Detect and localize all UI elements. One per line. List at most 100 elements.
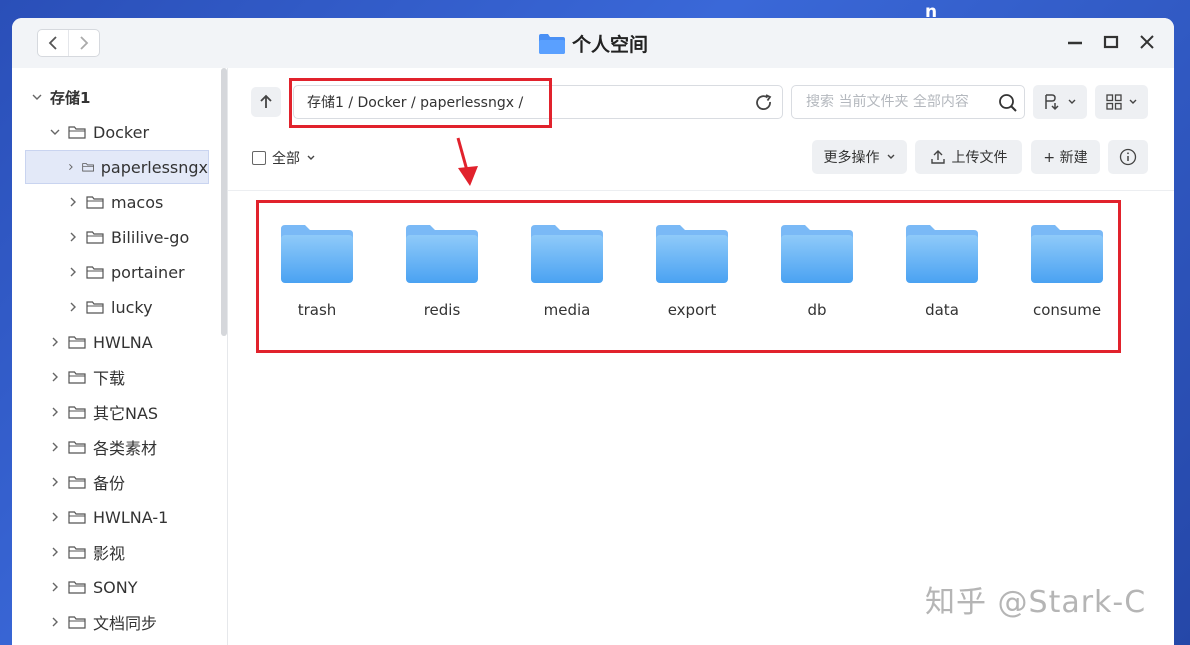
chevron-right-icon[interactable] xyxy=(66,230,80,244)
folder-icon xyxy=(68,581,86,594)
sidebar-item-label: 文档同步 xyxy=(93,614,158,633)
sidebar-item-label: Bililive-go xyxy=(111,227,190,247)
folder-icon xyxy=(86,301,104,314)
annotation-box-folders xyxy=(256,200,1121,353)
sidebar-item-label: 存储1 xyxy=(50,88,91,107)
sidebar-item[interactable]: HWLNA xyxy=(48,325,153,359)
window-controls xyxy=(1066,33,1156,51)
info-icon xyxy=(1119,148,1137,166)
select-all-control[interactable]: 全部 xyxy=(252,148,316,168)
sidebar-item-label: 各类素材 xyxy=(93,439,158,458)
new-label: + 新建 xyxy=(1043,150,1088,166)
search-box xyxy=(791,85,1025,119)
chevron-right-icon[interactable] xyxy=(66,160,76,174)
folder-icon xyxy=(68,476,86,489)
folder-tree: 存储1 Docker paperlessngx macos Bililive-go por… xyxy=(12,68,222,645)
minimize-button[interactable] xyxy=(1066,33,1084,51)
view-mode-button[interactable] xyxy=(1095,85,1148,119)
sidebar-item[interactable]: lucky xyxy=(66,290,153,324)
folder-icon xyxy=(86,266,104,279)
refresh-button[interactable] xyxy=(754,93,774,117)
sidebar-item-label: Docker xyxy=(93,122,150,142)
chevron-right-icon[interactable] xyxy=(48,615,62,629)
folder-icon xyxy=(68,336,86,349)
upload-file-button[interactable]: 上传文件 xyxy=(915,140,1022,174)
sidebar-item-label: paperlessngx xyxy=(100,157,208,177)
more-actions-button[interactable]: 更多操作 xyxy=(812,140,907,174)
search-button[interactable] xyxy=(998,93,1018,117)
chevron-right-icon[interactable] xyxy=(48,545,62,559)
maximize-icon xyxy=(1103,35,1119,49)
sort-button[interactable] xyxy=(1033,85,1087,119)
sidebar-item[interactable]: macos xyxy=(66,185,163,219)
sidebar-item[interactable]: 其它NAS xyxy=(48,395,158,429)
search-input[interactable] xyxy=(806,94,991,110)
chevron-right-icon[interactable] xyxy=(48,335,62,349)
sidebar-item[interactable]: Docker xyxy=(48,115,149,149)
chevron-right-icon[interactable] xyxy=(66,300,80,314)
folder-icon xyxy=(68,616,86,629)
chevron-down-icon xyxy=(1129,99,1136,104)
chevron-down-icon xyxy=(887,154,894,159)
close-icon xyxy=(1140,35,1154,49)
grid-icon xyxy=(1105,94,1122,110)
folder-icon xyxy=(68,546,86,559)
chevron-right-icon[interactable] xyxy=(66,195,80,209)
sidebar-divider[interactable] xyxy=(227,68,228,645)
chevron-right-icon[interactable] xyxy=(48,405,62,419)
info-button[interactable] xyxy=(1108,140,1148,174)
chevron-right-icon[interactable] xyxy=(48,475,62,489)
window-title: 个人空间 xyxy=(12,30,1174,57)
folder-icon xyxy=(68,406,86,419)
chevron-down-icon xyxy=(1068,99,1076,104)
file-manager-window: 个人空间 存储1 Docker paperlessngx macos Bililive-… xyxy=(12,18,1174,645)
sidebar-item[interactable]: SONY xyxy=(48,570,138,604)
new-button[interactable]: + 新建 xyxy=(1031,140,1100,174)
chevron-right-icon[interactable] xyxy=(48,370,62,384)
sidebar-item-label: 其它NAS xyxy=(93,404,159,423)
folder-icon xyxy=(86,196,104,209)
upload-icon xyxy=(930,150,945,164)
sidebar-item-label: portainer xyxy=(111,262,185,282)
chevron-right-icon[interactable] xyxy=(66,265,80,279)
window-title-text: 个人空间 xyxy=(571,34,648,56)
sidebar-item[interactable]: 各类素材 xyxy=(48,430,157,464)
sidebar-item-label: lucky xyxy=(111,297,153,317)
sidebar-item-label: macos xyxy=(111,192,164,212)
sidebar-item[interactable]: portainer xyxy=(66,255,185,289)
sidebar-item[interactable]: 存储1 xyxy=(25,80,209,114)
close-button[interactable] xyxy=(1138,33,1156,51)
select-all-checkbox[interactable] xyxy=(252,151,266,165)
sidebar-item[interactable]: 影视 xyxy=(48,535,125,569)
chevron-right-icon[interactable] xyxy=(48,510,62,524)
annotation-box-path xyxy=(289,78,552,128)
sidebar-item[interactable]: paperlessngx xyxy=(25,150,209,184)
annotation-arrow-icon xyxy=(456,137,478,186)
chevron-right-icon[interactable] xyxy=(48,580,62,594)
sidebar-item[interactable]: 下载 xyxy=(48,360,125,394)
refresh-icon xyxy=(756,94,772,111)
folder-icon xyxy=(81,163,94,172)
sidebar-item[interactable]: 备份 xyxy=(48,465,125,499)
upload-label: 上传文件 xyxy=(951,150,1008,166)
chevron-down-icon[interactable] xyxy=(30,90,44,104)
sidebar-item[interactable]: 文档同步 xyxy=(48,605,157,639)
sort-icon xyxy=(1045,94,1059,111)
select-all-label: 全部 xyxy=(272,151,300,167)
folder-icon xyxy=(68,371,86,384)
folder-icon xyxy=(68,441,86,454)
parent-folder-button[interactable] xyxy=(251,87,281,117)
arrow-up-icon xyxy=(260,94,272,108)
sidebar-item-label: 影视 xyxy=(93,544,126,563)
sidebar-item[interactable]: HWLNA-1 xyxy=(48,500,168,534)
chevron-down-icon[interactable] xyxy=(48,125,62,139)
sidebar-item-label: SONY xyxy=(93,577,138,597)
content-divider xyxy=(228,190,1174,191)
folder-icon xyxy=(86,231,104,244)
chevron-right-icon[interactable] xyxy=(48,440,62,454)
more-actions-label: 更多操作 xyxy=(823,150,880,166)
sidebar-item[interactable]: Bililive-go xyxy=(66,220,189,254)
maximize-button[interactable] xyxy=(1102,33,1120,51)
folder-icon xyxy=(538,33,565,54)
chevron-down-icon xyxy=(307,155,315,160)
